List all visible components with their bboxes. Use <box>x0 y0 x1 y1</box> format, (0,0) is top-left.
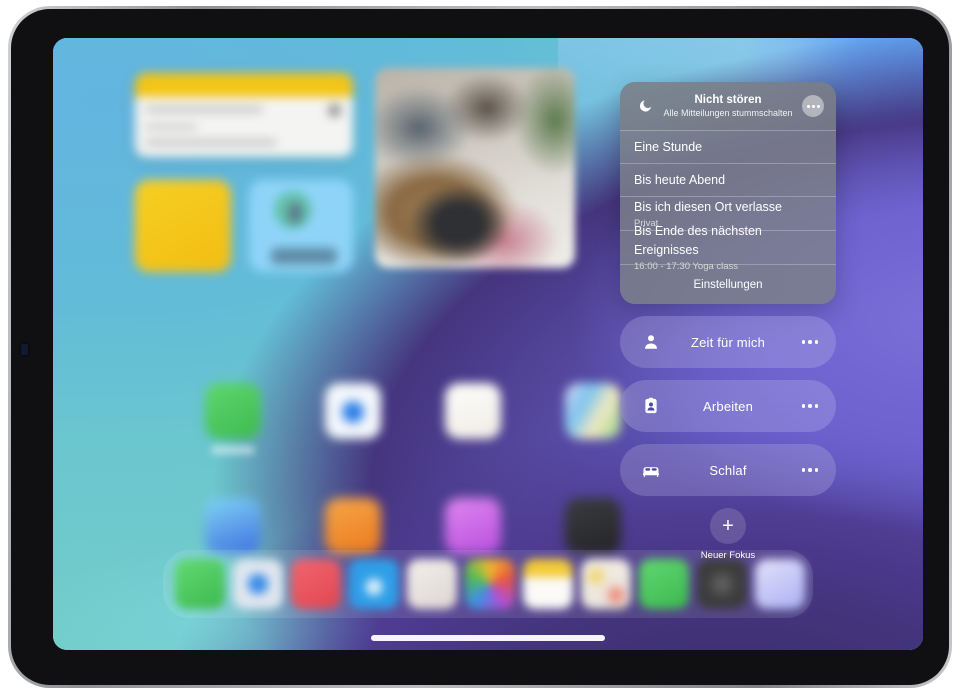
app-icon-2[interactable] <box>325 383 381 439</box>
dnd-title: Nicht stören <box>694 94 762 106</box>
focus-mode-more-button[interactable] <box>801 340 818 344</box>
side-button-marker[interactable] <box>21 344 28 355</box>
dnd-option-one-hour[interactable]: Eine Stunde <box>620 130 836 163</box>
dock-icon-6[interactable] <box>465 559 515 609</box>
dock-icon-5[interactable] <box>407 559 457 609</box>
bed-icon <box>642 467 660 477</box>
new-focus-group: + Neuer Fokus <box>620 508 836 561</box>
new-focus-label: Neuer Fokus <box>700 550 756 561</box>
dnd-option-label: Bis heute Abend <box>634 172 726 187</box>
notes-widget-avatar <box>328 104 341 117</box>
dnd-option-end-of-event[interactable]: Bis Ende des nächsten Ereignisses 16:00 … <box>620 224 836 272</box>
app-icon-3[interactable] <box>445 383 501 439</box>
dnd-option-label: Bis Ende des nächsten Ereignisses <box>634 224 762 257</box>
dnd-option-detail: 16:00 - 17:30 Yoga class <box>634 261 739 272</box>
dock-icon-3[interactable] <box>291 559 341 609</box>
notes-widget-body <box>135 97 353 157</box>
notes-widget-header <box>135 73 353 97</box>
moon-icon <box>639 100 652 112</box>
focus-mode-sleep[interactable]: Schlaf <box>620 444 836 496</box>
dock-icon-2[interactable] <box>233 559 283 609</box>
blue-widget-badge-icon <box>275 192 311 228</box>
dock-icon-11[interactable] <box>755 559 805 609</box>
dock-icon-7[interactable] <box>523 559 573 609</box>
focus-mode-more-button[interactable] <box>801 468 818 472</box>
blue-widget[interactable] <box>249 180 353 272</box>
dock-icon-8[interactable] <box>581 559 631 609</box>
app-icon-5[interactable] <box>205 498 261 554</box>
dnd-subtitle: Alle Mitteilungen stummschalten <box>663 108 793 118</box>
app-icon-8[interactable] <box>565 498 621 554</box>
dnd-header: Nicht stören Alle Mitteilungen stummscha… <box>620 82 836 130</box>
blue-widget-text <box>271 248 337 264</box>
tablet-screen: Nicht stören Alle Mitteilungen stummscha… <box>53 38 923 650</box>
plus-icon[interactable]: + <box>710 508 746 544</box>
dnd-option-label: Eine Stunde <box>634 139 703 154</box>
dnd-option-this-evening[interactable]: Bis heute Abend <box>620 163 836 196</box>
focus-mode-personal-time[interactable]: Zeit für mich <box>620 316 836 368</box>
app-icon-4[interactable] <box>565 383 621 439</box>
dock-icon-4[interactable] <box>349 559 399 609</box>
dock-icon-1[interactable] <box>175 559 225 609</box>
photos-widget-image <box>375 68 575 268</box>
home-indicator[interactable] <box>371 635 605 641</box>
photos-widget[interactable] <box>375 68 575 268</box>
focus-mode-more-button[interactable] <box>801 404 818 408</box>
dnd-option-label: Bis ich diesen Ort verlasse <box>634 199 782 214</box>
id-badge-icon <box>645 397 657 414</box>
dock-icon-10[interactable] <box>697 559 747 609</box>
focus-mode-work[interactable]: Arbeiten <box>620 380 836 432</box>
app-icon-7[interactable] <box>445 498 501 554</box>
tablet-device: Nicht stören Alle Mitteilungen stummscha… <box>8 6 952 688</box>
do-not-disturb-panel: Nicht stören Alle Mitteilungen stummscha… <box>620 82 836 304</box>
dnd-more-button[interactable] <box>802 95 824 117</box>
notes-widget[interactable] <box>135 73 353 157</box>
person-icon <box>645 335 657 349</box>
app-icon-6[interactable] <box>325 498 381 554</box>
app-icon-1[interactable] <box>205 383 261 439</box>
yellow-widget[interactable] <box>135 180 231 272</box>
dock-icon-9[interactable] <box>639 559 689 609</box>
